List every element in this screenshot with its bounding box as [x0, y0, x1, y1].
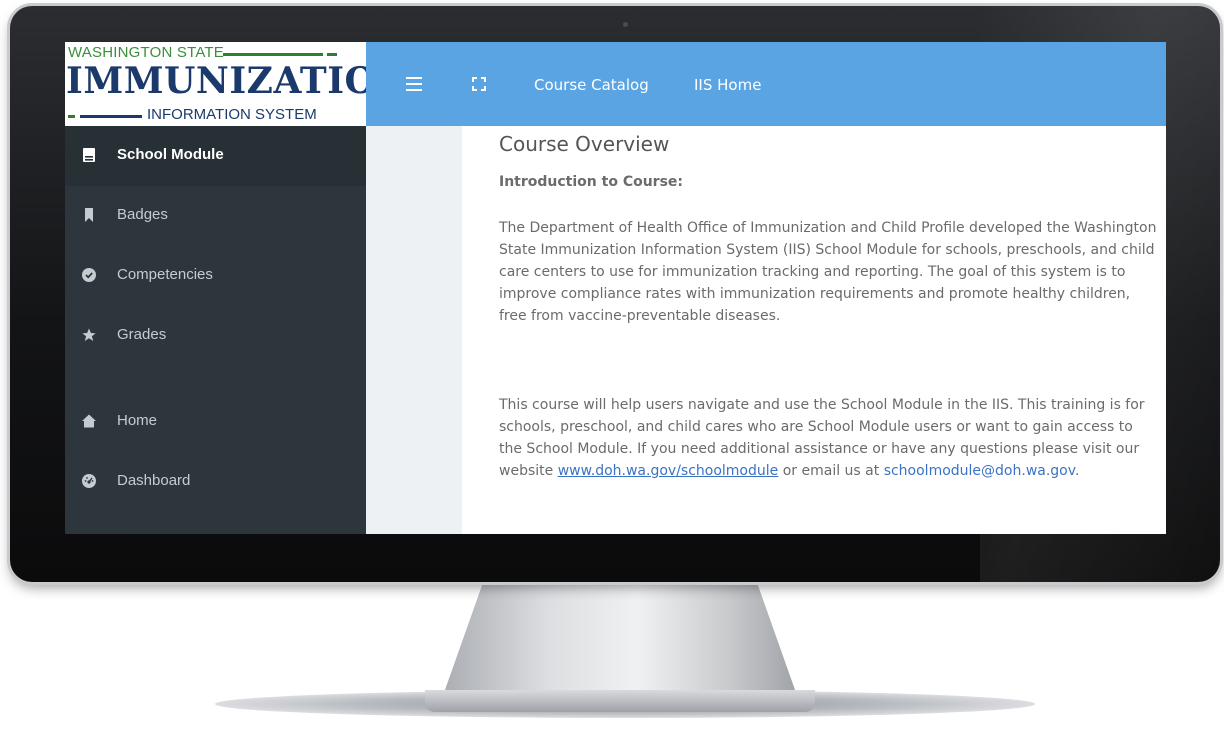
monitor-stand — [440, 582, 800, 704]
dashboard-gauge-icon — [82, 474, 96, 488]
sidebar-item-competencies[interactable]: Competencies — [65, 246, 366, 306]
logo-line-3: INFORMATION SYSTEM — [147, 106, 317, 123]
top-nav-bar: Course Catalog IIS Home — [366, 42, 1166, 126]
main-content: Course Overview Introduction to Course: … — [462, 126, 1166, 534]
logo-decor-dash-bottom — [68, 115, 75, 118]
logo-line-2: IMMUNIZATION — [66, 60, 410, 102]
sidebar: School Module Badges Competencies Grades — [65, 126, 366, 534]
sidebar-item-label: Badges — [117, 206, 168, 223]
logo-decor-line — [223, 53, 323, 56]
nav-link-iis-home[interactable]: IIS Home — [694, 76, 761, 94]
home-icon — [82, 414, 96, 428]
iis-logo[interactable]: WASHINGTON STATE IMMUNIZATION INFORMATIO… — [65, 42, 409, 126]
hamburger-menu-icon[interactable] — [406, 77, 422, 91]
sidebar-item-label: Dashboard — [117, 472, 191, 489]
sidebar-item-label: Competencies — [117, 266, 213, 283]
sidebar-item-badges[interactable]: Badges — [65, 186, 366, 246]
content-gutter — [366, 126, 462, 534]
sidebar-item-school-module[interactable]: School Module — [65, 126, 366, 186]
page-title: Course Overview — [499, 132, 670, 156]
nav-link-course-catalog[interactable]: Course Catalog — [534, 76, 649, 94]
sidebar-item-dashboard[interactable]: Dashboard — [65, 452, 366, 512]
bookmark-icon — [85, 208, 93, 222]
sidebar-item-home[interactable]: Home — [65, 392, 366, 452]
logo-decor-dash — [327, 53, 337, 56]
intro-paragraph: The Department of Health Office of Immun… — [499, 220, 1157, 324]
webcam — [623, 22, 628, 27]
fullscreen-icon[interactable] — [472, 77, 486, 91]
check-circle-icon — [82, 268, 96, 282]
website-link[interactable]: www.doh.wa.gov/schoolmodule — [558, 463, 779, 479]
help-paragraph: This course will help users navigate and… — [499, 394, 1159, 482]
help-text-mid: or email us at — [778, 463, 884, 479]
email-link[interactable]: schoolmodule@doh.wa.gov — [884, 463, 1075, 479]
logo-decor-line-bottom — [80, 115, 142, 118]
book-icon — [83, 148, 95, 162]
sidebar-item-label: Grades — [117, 326, 167, 343]
monitor-screen: WASHINGTON STATE IMMUNIZATION INFORMATIO… — [65, 42, 1166, 534]
monitor-stand-foot — [425, 690, 815, 712]
sidebar-item-label: Home — [117, 412, 158, 429]
sidebar-item-label: School Module — [117, 146, 224, 163]
star-icon — [82, 328, 96, 341]
help-text-end: . — [1074, 463, 1080, 479]
intro-heading: Introduction to Course: — [499, 174, 684, 190]
logo-line-1: WASHINGTON STATE — [68, 44, 224, 61]
sidebar-item-grades[interactable]: Grades — [65, 306, 366, 366]
